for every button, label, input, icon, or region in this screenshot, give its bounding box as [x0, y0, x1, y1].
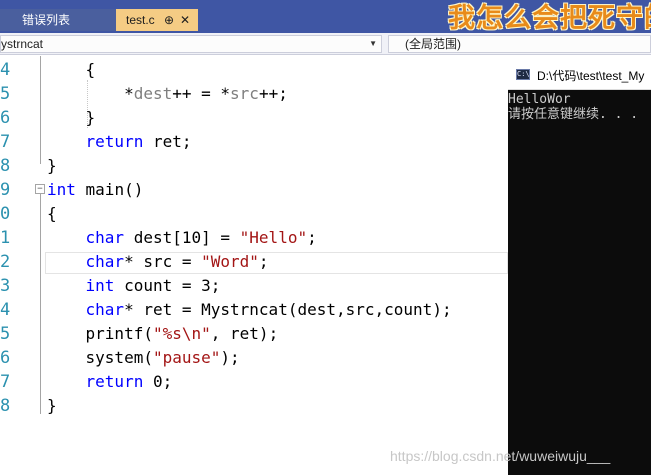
console-output: HelloWor 请按任意键继续. . . [508, 92, 638, 122]
overlay-banner-text: 我怎么会把死守的 [448, 3, 651, 33]
function-scope-dropdown[interactable]: ystrncat ▼ [0, 35, 382, 53]
code-token: main() [75, 180, 144, 199]
code-token: ++; [258, 84, 288, 103]
code-token: { [47, 60, 96, 79]
code-string: "pause" [152, 348, 221, 367]
global-scope-dropdown[interactable]: (全局范围) [388, 35, 651, 53]
code-token: { [47, 204, 57, 223]
code-token: * [47, 84, 134, 103]
code-line: int main() [47, 178, 143, 202]
code-token: } [47, 156, 57, 175]
line-number: 8 [0, 396, 11, 416]
code-string: "Word" [201, 252, 259, 271]
code-keyword: char [85, 228, 125, 247]
console-app-icon: C:\ [516, 69, 530, 80]
function-scope-value: ystrncat [1, 37, 44, 51]
console-output-line: HelloWor [508, 92, 571, 107]
code-token: ; [307, 228, 317, 247]
code-line: return ret; [47, 130, 192, 154]
line-number: 6 [0, 348, 11, 368]
code-token: * src = [124, 252, 202, 271]
code-token: ++ = * [172, 84, 231, 103]
code-line: char* src = "Word"; [47, 250, 269, 274]
console-output-line: 请按任意键继续. . . [508, 107, 639, 122]
code-line: { [47, 202, 57, 226]
code-line: { [47, 58, 96, 82]
code-keyword: int [85, 276, 115, 295]
code-token: * ret = Mystrncat(dest,src,count); [124, 300, 452, 319]
line-number: 3 [0, 276, 11, 296]
code-keyword: char [85, 300, 125, 319]
code-token: count = 3; [114, 276, 221, 295]
code-line: } [47, 394, 57, 418]
code-token: } [47, 396, 57, 415]
code-keyword: return [85, 132, 144, 151]
outline-guide-main [40, 194, 41, 414]
console-window[interactable]: C:\ D:\代码\test\test_My HelloWor 请按任意键继续. … [508, 62, 651, 475]
line-number: 2 [0, 252, 11, 272]
code-line: } [47, 154, 57, 178]
code-line: return 0; [47, 370, 173, 394]
code-line: *dest++ = *src++; [47, 82, 288, 106]
code-string: "%s\n" [152, 324, 211, 343]
line-number: 8 [0, 156, 11, 176]
console-title: D:\代码\test\test_My [537, 69, 645, 83]
dropdown-arrow-icon[interactable]: ▼ [369, 36, 377, 52]
code-token: dest [133, 84, 173, 103]
code-line: system("pause"); [47, 346, 240, 370]
pin-tab-icon[interactable]: ⊕ [164, 9, 174, 31]
line-number: 6 [0, 108, 11, 128]
code-token: , ret); [210, 324, 279, 343]
code-keyword: return [85, 372, 144, 391]
code-keyword: char [85, 252, 125, 271]
line-number: 4 [0, 60, 11, 80]
code-token: src [230, 84, 259, 103]
code-string: "Hello" [239, 228, 308, 247]
global-scope-value: (全局范围) [405, 37, 461, 51]
navigation-bar: ystrncat ▼ (全局范围) [0, 33, 651, 55]
line-number: 7 [0, 132, 11, 152]
outline-guide [40, 56, 41, 164]
code-line: } [47, 106, 96, 130]
tab-overflow[interactable] [0, 9, 12, 31]
code-token: 0; [143, 372, 173, 391]
collapse-toggle-icon[interactable]: − [35, 184, 45, 194]
document-tab-bar: 错误列表 test.c ⊕ ✕ 我怎么会把死守的 [0, 0, 651, 33]
code-token: ret; [143, 132, 192, 151]
code-line: int count = 3; [47, 274, 221, 298]
line-number: 1 [0, 228, 11, 248]
code-editor[interactable]: − 4 {5 *dest++ = *src++; 6 } 7 return ret;… [0, 56, 508, 475]
line-number: 7 [0, 372, 11, 392]
code-token: system( [47, 348, 153, 367]
close-tab-icon[interactable]: ✕ [180, 9, 190, 31]
watermark-url: https://blog.csdn.net/wuweiwuju___ [390, 448, 611, 464]
code-line: printf("%s\n", ret); [47, 322, 279, 346]
code-token: ); [220, 348, 240, 367]
code-token: } [47, 108, 96, 127]
line-number: 4 [0, 300, 11, 320]
code-token: printf( [47, 324, 153, 343]
tab-error-list[interactable]: 错误列表 [12, 9, 116, 31]
code-token: dest[10] = [124, 228, 240, 247]
code-line: char* ret = Mystrncat(dest,src,count); [47, 298, 452, 322]
code-keyword: int [47, 180, 76, 199]
line-number: 0 [0, 204, 11, 224]
line-number: 5 [0, 84, 11, 104]
line-number: 5 [0, 324, 11, 344]
line-number: 9 [0, 180, 11, 200]
console-title-bar[interactable]: C:\ D:\代码\test\test_My [508, 62, 651, 90]
code-line: char dest[10] = "Hello"; [47, 226, 317, 250]
code-token: ; [258, 252, 269, 271]
